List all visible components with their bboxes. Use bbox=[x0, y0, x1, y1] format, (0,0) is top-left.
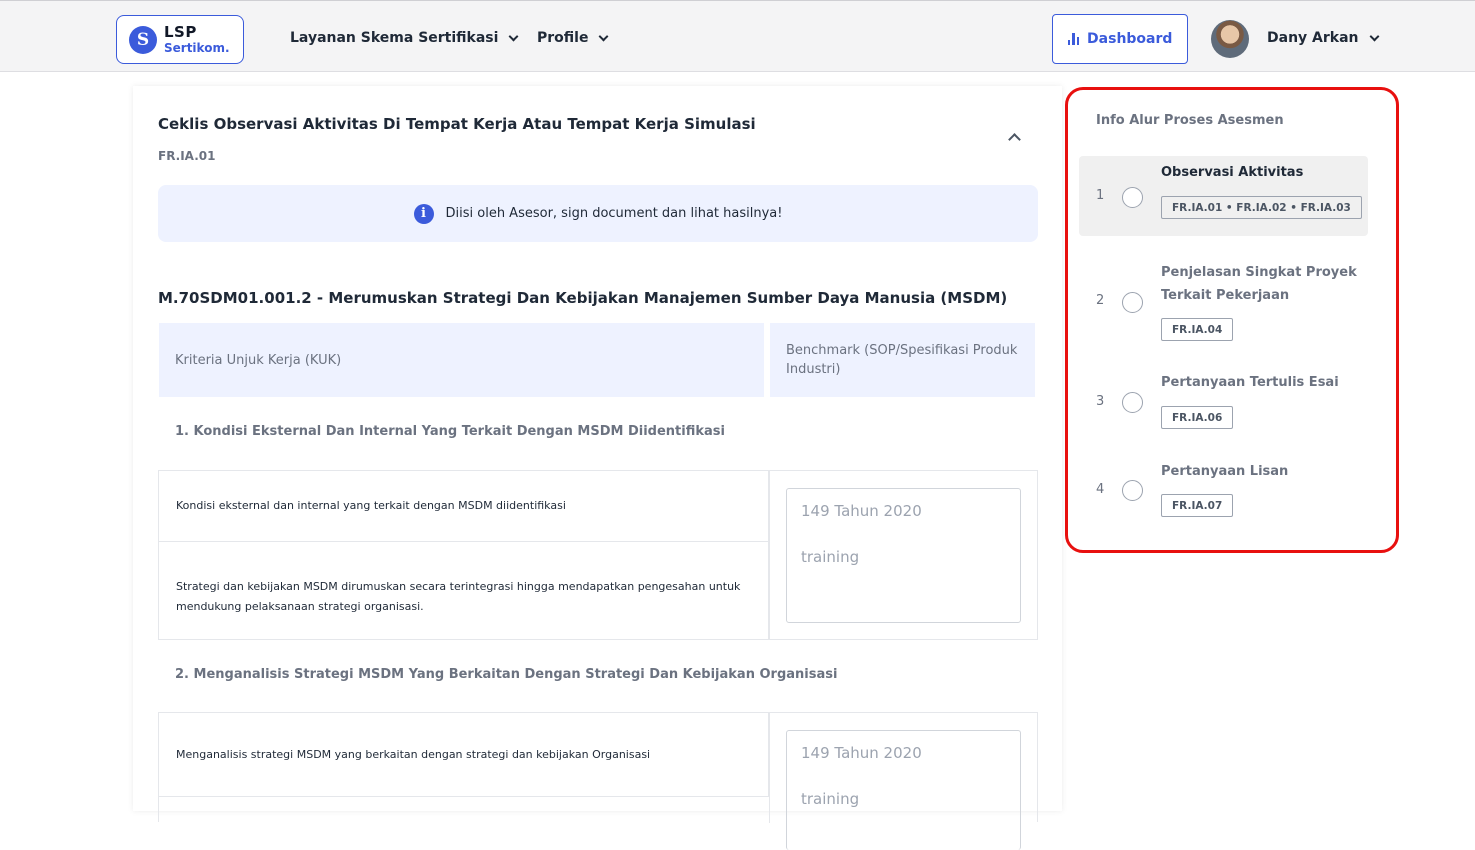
table-header-benchmark: Benchmark (SOP/Spesifikasi Produk Indust… bbox=[770, 323, 1035, 397]
element-title: 1. Kondisi Eksternal Dan Internal Yang T… bbox=[175, 424, 725, 439]
benchmark-line: training bbox=[801, 548, 860, 566]
step-radio-icon bbox=[1122, 392, 1143, 413]
step-label: Pertanyaan Lisan bbox=[1161, 464, 1289, 479]
table-row: Menganalisis strategi MSDM yang berkaita… bbox=[159, 713, 769, 797]
chevron-down-icon bbox=[599, 31, 609, 41]
brand-logo[interactable]: S LSP Sertikom. bbox=[116, 15, 244, 64]
flow-step-3[interactable]: 3 Pertanyaan Tertulis Esai FR.IA.06 bbox=[1079, 370, 1368, 430]
nav-menu-label: Layanan Skema Sertifikasi bbox=[290, 30, 499, 46]
chevron-down-icon bbox=[1369, 31, 1379, 41]
step-label: Observasi Aktivitas bbox=[1161, 165, 1304, 180]
table-header-kuk: Kriteria Unjuk Kerja (KUK) bbox=[159, 323, 764, 397]
step-number: 2 bbox=[1096, 293, 1105, 308]
step-label: Pertanyaan Tertulis Esai bbox=[1161, 375, 1339, 390]
unit-title: M.70SDM01.001.2 - Merumuskan Strategi Da… bbox=[158, 289, 1008, 307]
benchmark-field[interactable]: 149 Tahun 2020 training bbox=[786, 730, 1021, 850]
element-title: 2. Menganalisis Strategi MSDM Yang Berka… bbox=[175, 667, 838, 682]
info-icon: i bbox=[413, 203, 434, 224]
dashboard-button[interactable]: Dashboard bbox=[1052, 14, 1188, 64]
chevron-up-icon[interactable] bbox=[1008, 133, 1021, 146]
user-menu[interactable]: Dany Arkan bbox=[1267, 30, 1379, 46]
nav-menu-skema-sertifikasi[interactable]: Layanan Skema Sertifikasi bbox=[290, 30, 519, 46]
top-navbar: S LSP Sertikom. Layanan Skema Sertifikas… bbox=[0, 0, 1475, 72]
assessment-flow-title: Info Alur Proses Asesmen bbox=[1096, 113, 1284, 128]
page-title: Ceklis Observasi Aktivitas Di Tempat Ker… bbox=[158, 115, 756, 133]
step-form-tag: FR.IA.07 bbox=[1161, 494, 1234, 517]
logo-text-primary: LSP bbox=[164, 23, 197, 41]
assessment-flow-panel: Info Alur Proses Asesmen 1 Observasi Akt… bbox=[1065, 87, 1399, 553]
benchmark-line: training bbox=[801, 790, 860, 808]
info-banner: i Diisi oleh Asesor, sign document dan l… bbox=[158, 185, 1038, 242]
step-form-tag: FR.IA.04 bbox=[1161, 318, 1234, 341]
flow-step-1[interactable]: 1 Observasi Aktivitas FR.IA.01 • FR.IA.0… bbox=[1079, 156, 1368, 236]
step-radio-icon bbox=[1122, 292, 1143, 313]
nav-menu-label: Profile bbox=[537, 30, 589, 46]
benchmark-line: 149 Tahun 2020 bbox=[801, 744, 922, 762]
dashboard-button-label: Dashboard bbox=[1087, 31, 1173, 47]
observation-checklist-card: Ceklis Observasi Aktivitas Di Tempat Ker… bbox=[133, 86, 1062, 850]
kuk-table: Menganalisis strategi MSDM yang berkaita… bbox=[158, 712, 1038, 850]
flow-step-2[interactable]: 2 Penjelasan Singkat Proyek Terkait Peke… bbox=[1079, 260, 1368, 344]
nav-menu-profile[interactable]: Profile bbox=[537, 30, 609, 46]
bar-chart-icon bbox=[1067, 33, 1080, 45]
logo-text-secondary: Sertikom. bbox=[164, 41, 230, 55]
step-label: Penjelasan Singkat Proyek Terkait Pekerj… bbox=[1161, 265, 1357, 303]
step-number: 1 bbox=[1096, 188, 1105, 203]
step-radio-icon bbox=[1122, 480, 1143, 501]
kuk-table: Kondisi eksternal dan internal yang terk… bbox=[158, 470, 1038, 640]
step-form-tag: FR.IA.01 • FR.IA.02 • FR.IA.03 bbox=[1161, 196, 1362, 219]
user-name: Dany Arkan bbox=[1267, 30, 1359, 46]
form-code: FR.IA.01 bbox=[158, 149, 216, 163]
benchmark-field[interactable]: 149 Tahun 2020 training bbox=[786, 488, 1021, 623]
step-number: 4 bbox=[1096, 482, 1105, 497]
step-radio-icon bbox=[1122, 187, 1143, 208]
table-row: Strategi dan kebijakan MSDM dirumuskan s… bbox=[159, 542, 769, 639]
user-avatar[interactable] bbox=[1211, 20, 1249, 58]
step-form-tag: FR.IA.06 bbox=[1161, 406, 1234, 429]
benchmark-line: 149 Tahun 2020 bbox=[801, 502, 922, 520]
info-banner-text: Diisi oleh Asesor, sign document dan lih… bbox=[445, 206, 783, 221]
table-row: Kondisi eksternal dan internal yang terk… bbox=[159, 471, 769, 542]
logo-mark-icon: S bbox=[129, 26, 157, 54]
step-number: 3 bbox=[1096, 394, 1105, 409]
chevron-down-icon bbox=[508, 31, 519, 41]
flow-step-4[interactable]: 4 Pertanyaan Lisan FR.IA.07 bbox=[1079, 459, 1368, 519]
